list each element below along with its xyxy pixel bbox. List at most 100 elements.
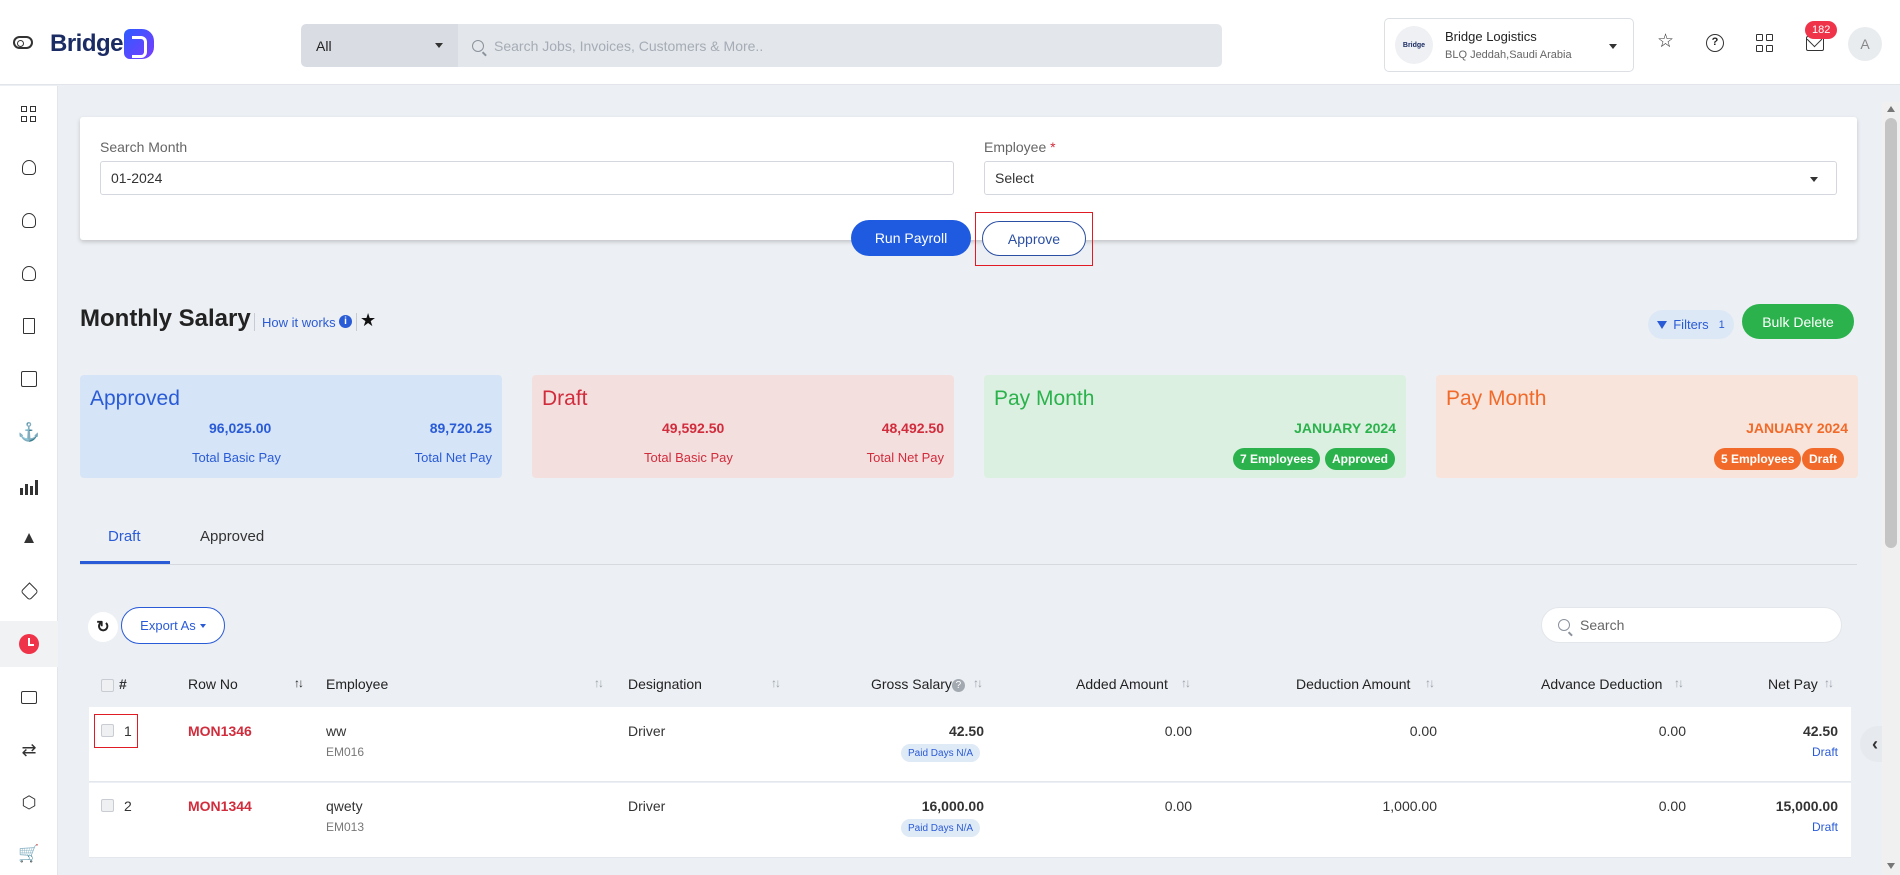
column-header-index: # [119,676,127,692]
sort-icon[interactable]: ↑↓ [294,676,304,690]
user-icon[interactable] [19,157,39,177]
chevron-down-icon [199,623,206,628]
sidebar-toggle-icon[interactable] [13,36,33,49]
paid-days-badge: Paid Days N/A [901,819,981,837]
package-icon[interactable]: ⬡ [19,793,39,813]
sort-icon[interactable]: ↑↓ [1181,676,1191,690]
favorite-star-icon[interactable]: ★ [360,310,376,331]
cart-icon[interactable]: 🛒 [18,844,39,864]
scroll-up-arrow[interactable] [1887,106,1895,112]
tab-approved[interactable]: Approved [200,528,264,545]
column-header-row-no[interactable]: Row No [188,676,238,692]
how-it-works-link[interactable]: How it works [262,315,336,330]
bookmark-icon[interactable] [19,316,39,336]
navigation-icon[interactable]: ▲ [19,528,39,548]
employee-select[interactable]: Select [984,161,1837,195]
total-net-pay-caption: Total Net Pay [414,450,492,465]
designation: Driver [628,798,666,814]
advance-deduction: 0.00 [1658,798,1686,814]
employee-code: EM016 [326,745,365,759]
net-pay: 42.50 [1802,723,1838,739]
dashboard-icon[interactable] [19,104,39,124]
tab-draft[interactable]: Draft [108,528,141,545]
row-index: 2 [124,798,132,814]
info-icon[interactable]: i [339,315,352,328]
sort-icon[interactable]: ↑↓ [1425,676,1435,690]
row-no-link[interactable]: MON1344 [188,798,252,814]
anchor-icon[interactable]: ⚓ [18,422,40,442]
app-logo[interactable]: Bridge [50,28,155,60]
total-basic-pay-value: 49,592.50 [662,420,725,436]
bulk-delete-button[interactable]: Bulk Delete [1742,304,1854,339]
top-bar: Bridge All Bridge Bridge Logistics BLQ J… [0,0,1900,85]
deduction-amount: 1,000.00 [1382,798,1438,814]
refresh-icon[interactable]: ↻ [88,612,118,642]
table-search-input[interactable] [1580,617,1810,633]
apps-grid-icon[interactable] [1756,34,1774,52]
user-plus-icon[interactable] [19,263,39,283]
payroll-filter-card: Search Month 01-2024 Employee * Select [80,117,1857,240]
column-header-designation[interactable]: Designation [628,676,702,692]
sort-icon[interactable]: ↑↓ [973,676,983,690]
tag-icon[interactable] [19,581,39,601]
card-title: Pay Month [1446,387,1547,410]
company-name: Bridge Logistics [1445,29,1537,44]
select-all-checkbox[interactable] [101,679,114,692]
added-amount: 0.00 [1164,798,1192,814]
active-tab-indicator [80,561,170,564]
column-header-employee[interactable]: Employee [326,676,388,692]
sort-icon[interactable]: ↑↓ [1824,676,1834,690]
sync-icon[interactable]: ⇄ [19,740,39,760]
star-icon[interactable]: ☆ [1657,32,1675,51]
column-header-deduction-amount[interactable]: Deduction Amount [1296,676,1410,692]
run-payroll-button[interactable]: Run Payroll [851,220,971,256]
pay-month-value: JANUARY 2024 [1746,420,1848,436]
scrollbar-thumb[interactable] [1885,118,1897,548]
table-search [1541,607,1842,643]
column-header-gross-salary[interactable]: Gross Salary? [871,676,965,692]
row-no-link[interactable]: MON1346 [188,723,252,739]
vertical-scrollbar[interactable] [1882,102,1900,875]
global-search-input[interactable] [494,37,1222,54]
chevron-down-icon [1810,177,1818,182]
company-location: BLQ Jeddah,Saudi Arabia [1445,49,1572,61]
scroll-down-arrow[interactable] [1887,863,1895,869]
logo-text: Bridge [50,30,124,57]
search-scope-select[interactable]: All [301,24,458,67]
sort-icon[interactable]: ↑↓ [1674,676,1684,690]
status-badge: Draft [1811,745,1838,759]
export-label: Export As [140,618,196,633]
search-month-input[interactable]: 01-2024 [100,161,954,195]
table-row[interactable]: 2 MON1344 qwety EM013 Driver 16,000.00 P… [89,783,1851,858]
help-icon[interactable]: ? [951,679,965,692]
net-pay: 15,000.00 [1775,798,1838,814]
column-header-net-pay[interactable]: Net Pay [1768,676,1818,692]
employee-name: qwety [326,798,363,814]
clock-icon[interactable] [0,621,58,667]
help-icon[interactable]: ? [1706,34,1724,52]
company-switcher[interactable]: Bridge Bridge Logistics BLQ Jeddah,Saudi… [1384,18,1634,72]
table-row[interactable]: 1 MON1346 ww EM016 Driver 42.50 Paid Day… [89,707,1851,782]
status-badge: Draft [1802,448,1845,470]
filters-button[interactable]: Filters 1 [1648,310,1734,339]
global-search: All [301,24,1222,67]
sort-icon[interactable]: ↑↓ [771,676,781,690]
column-header-advance-deduction[interactable]: Advance Deduction [1541,676,1662,692]
users-icon[interactable] [19,210,39,230]
search-month-label: Search Month [100,139,188,155]
employee-select-value: Select [995,170,1034,186]
logo-mark-icon [124,29,155,59]
credit-card-icon[interactable] [19,687,39,707]
export-as-button[interactable]: Export As [121,607,225,644]
draft-summary-card: Draft 49,592.50 48,492.50 Total Basic Pa… [532,375,954,478]
notification-badge: 182 [1805,21,1838,39]
gross-salary: 42.50 [948,723,984,739]
avatar[interactable]: A [1848,27,1882,61]
total-net-pay-value: 48,492.50 [881,420,944,436]
bar-chart-icon[interactable] [19,475,39,495]
pay-month-draft-card: Pay Month JANUARY 2024 5 Employees Draft [1436,375,1858,478]
sort-icon[interactable]: ↑↓ [594,676,604,690]
row-checkbox[interactable] [101,799,114,812]
edit-icon[interactable] [19,369,39,389]
column-header-added-amount[interactable]: Added Amount [1076,676,1168,692]
